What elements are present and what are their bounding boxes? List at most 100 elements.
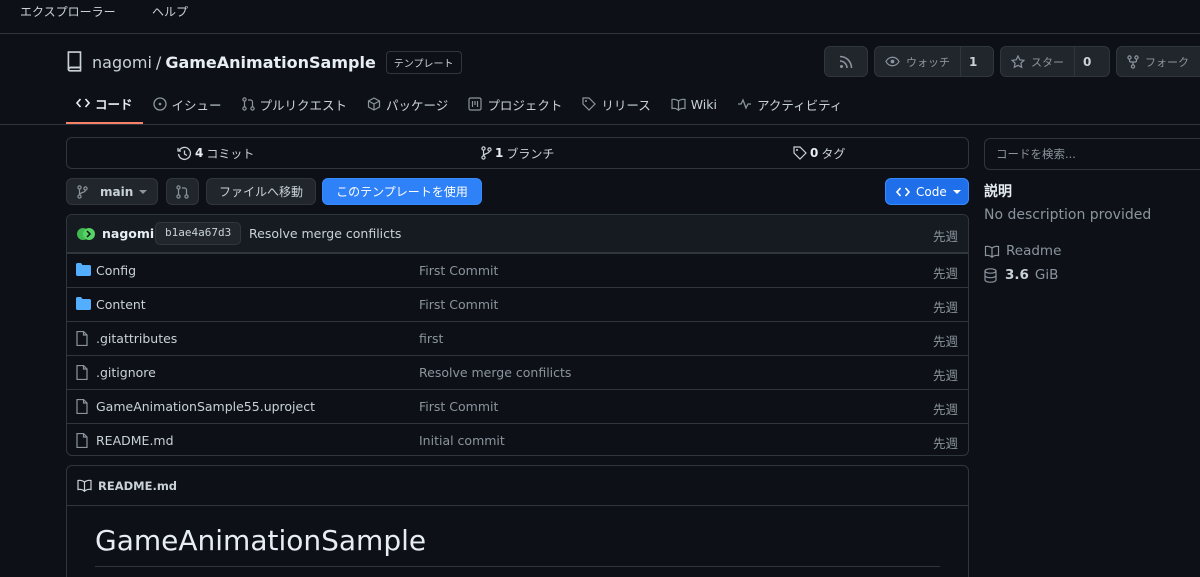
commit-message[interactable]: Resolve merge confilicts [249,226,401,241]
table-row[interactable]: Config First Commit 先週 [67,253,968,287]
file-icon [76,365,88,380]
tab-label: プロジェクト [487,97,563,113]
tab-label: パッケージ [386,97,449,113]
repo-size-unit: GiB [1034,267,1059,283]
readme-panel: README.md GameAnimationSample [66,465,969,577]
tags-label: タグ [821,146,846,161]
readme-filename[interactable]: README.md [98,479,177,493]
commit-sha[interactable]: b1ae4a67d3 [155,222,242,245]
pulse-icon [737,98,752,110]
rss-button[interactable] [824,46,868,77]
branch-select-button[interactable]: main [66,178,158,205]
code-label: Code [916,184,947,199]
use-template-button[interactable]: このテンプレートを使用 [322,178,482,205]
watch-button[interactable]: ウォッチ 1 [874,46,994,77]
template-badge: テンプレート [385,50,462,74]
avatar [76,226,96,242]
menu-item-explorer[interactable]: エクスプローラー [20,3,116,20]
file-name[interactable]: Config [96,263,136,278]
watch-count: 1 [960,47,985,76]
readme-title: GameAnimationSample [95,524,427,557]
tab-code[interactable]: コード [66,84,143,124]
file-commit-message[interactable]: first [419,331,443,346]
tab-issues[interactable]: イシュー [143,84,232,124]
file-commit-time: 先週 [932,300,958,315]
branches-count: 1 [495,146,504,160]
file-commit-message[interactable]: Initial commit [419,433,505,448]
code-dropdown-button[interactable]: Code [885,178,969,205]
tab-activity[interactable]: アクティビティ [727,84,852,124]
tab-label: Wiki [690,96,717,112]
commit-author[interactable]: nagomi [102,226,154,241]
star-label: スター [1031,55,1064,69]
code-search-input[interactable]: コードを検索... [984,138,1200,170]
file-commit-message[interactable]: First Commit [419,297,498,312]
issue-icon [152,97,167,111]
file-commit-message[interactable]: First Commit [419,263,498,278]
project-icon [468,97,482,111]
branches-link[interactable]: 1 ブランチ [481,138,554,168]
folder-icon [76,297,91,310]
file-name[interactable]: .gitattributes [96,331,177,346]
table-row[interactable]: GameAnimationSample55.uproject First Com… [67,389,968,423]
repo-owner-link[interactable]: nagomi [92,53,152,72]
latest-commit-row: nagomi b1ae4a67d3 Resolve merge confilic… [67,215,968,253]
repo-name-link[interactable]: GameAnimationSample [165,53,375,72]
tab-releases[interactable]: リリース [572,84,660,124]
repo-separator: / [155,52,162,72]
readme-link-label: Readme [1006,243,1062,259]
repo-stats-bar: 4 コミット 1 ブランチ 0 タグ [66,137,969,169]
tags-count: 0 [810,146,819,160]
tab-label: リリース [601,97,651,113]
folder-icon [76,263,91,276]
branch-icon [77,184,88,199]
tab-wiki[interactable]: Wiki [661,84,727,124]
fork-button[interactable]: フォーク [1116,46,1200,77]
menu-item-help[interactable]: ヘルプ [152,3,188,20]
file-name[interactable]: README.md [96,433,174,448]
repo-size: 3.6 GiB [984,267,1058,283]
commits-label: コミット [206,146,255,161]
tab-pull-requests[interactable]: プルリクエスト [232,84,358,124]
commits-link[interactable]: 4 コミット [177,138,254,168]
repo-icon [66,51,84,73]
file-commit-time: 先週 [932,334,958,349]
chevron-down-icon [952,189,961,195]
readme-divider [95,566,940,567]
fork-icon [1127,54,1139,69]
chevron-down-icon [139,189,148,195]
repo-description: No description provided [984,207,1152,223]
tab-packages[interactable]: パッケージ [357,84,458,124]
tab-projects[interactable]: プロジェクト [458,84,572,124]
branch-icon [481,146,492,160]
tags-link[interactable]: 0 タグ [793,138,845,168]
tab-label: コード [95,96,133,112]
go-to-file-button[interactable]: ファイルへ移動 [206,178,316,205]
history-icon [177,146,192,161]
file-commit-message[interactable]: First Commit [419,399,498,414]
table-row[interactable]: Content First Commit 先週 [67,287,968,321]
menu-bar: エクスプローラー ヘルプ [0,0,1200,34]
branches-button[interactable] [166,178,199,205]
file-icon [76,433,88,448]
eye-icon [885,56,900,67]
commits-count: 4 [195,146,204,160]
book-icon [671,98,686,111]
branches-label: ブランチ [506,146,555,161]
star-button[interactable]: スター 0 [1000,46,1110,77]
file-commit-message[interactable]: Resolve merge confilicts [419,365,571,380]
branch-name: main [100,184,134,199]
file-icon [76,399,88,414]
file-name[interactable]: GameAnimationSample55.uproject [96,399,315,414]
star-count: 0 [1074,47,1099,76]
table-row[interactable]: .gitattributes first 先週 [67,321,968,355]
table-row[interactable]: .gitignore Resolve merge confilicts 先週 [67,355,968,389]
file-icon [76,331,88,346]
tag-icon [582,97,597,111]
file-commit-time: 先週 [932,368,958,383]
code-icon [76,97,90,109]
file-name[interactable]: Content [96,297,146,312]
table-row[interactable]: README.md Initial commit 先週 [67,423,968,455]
readme-link[interactable]: Readme [984,243,1061,259]
file-name[interactable]: .gitignore [96,365,156,380]
